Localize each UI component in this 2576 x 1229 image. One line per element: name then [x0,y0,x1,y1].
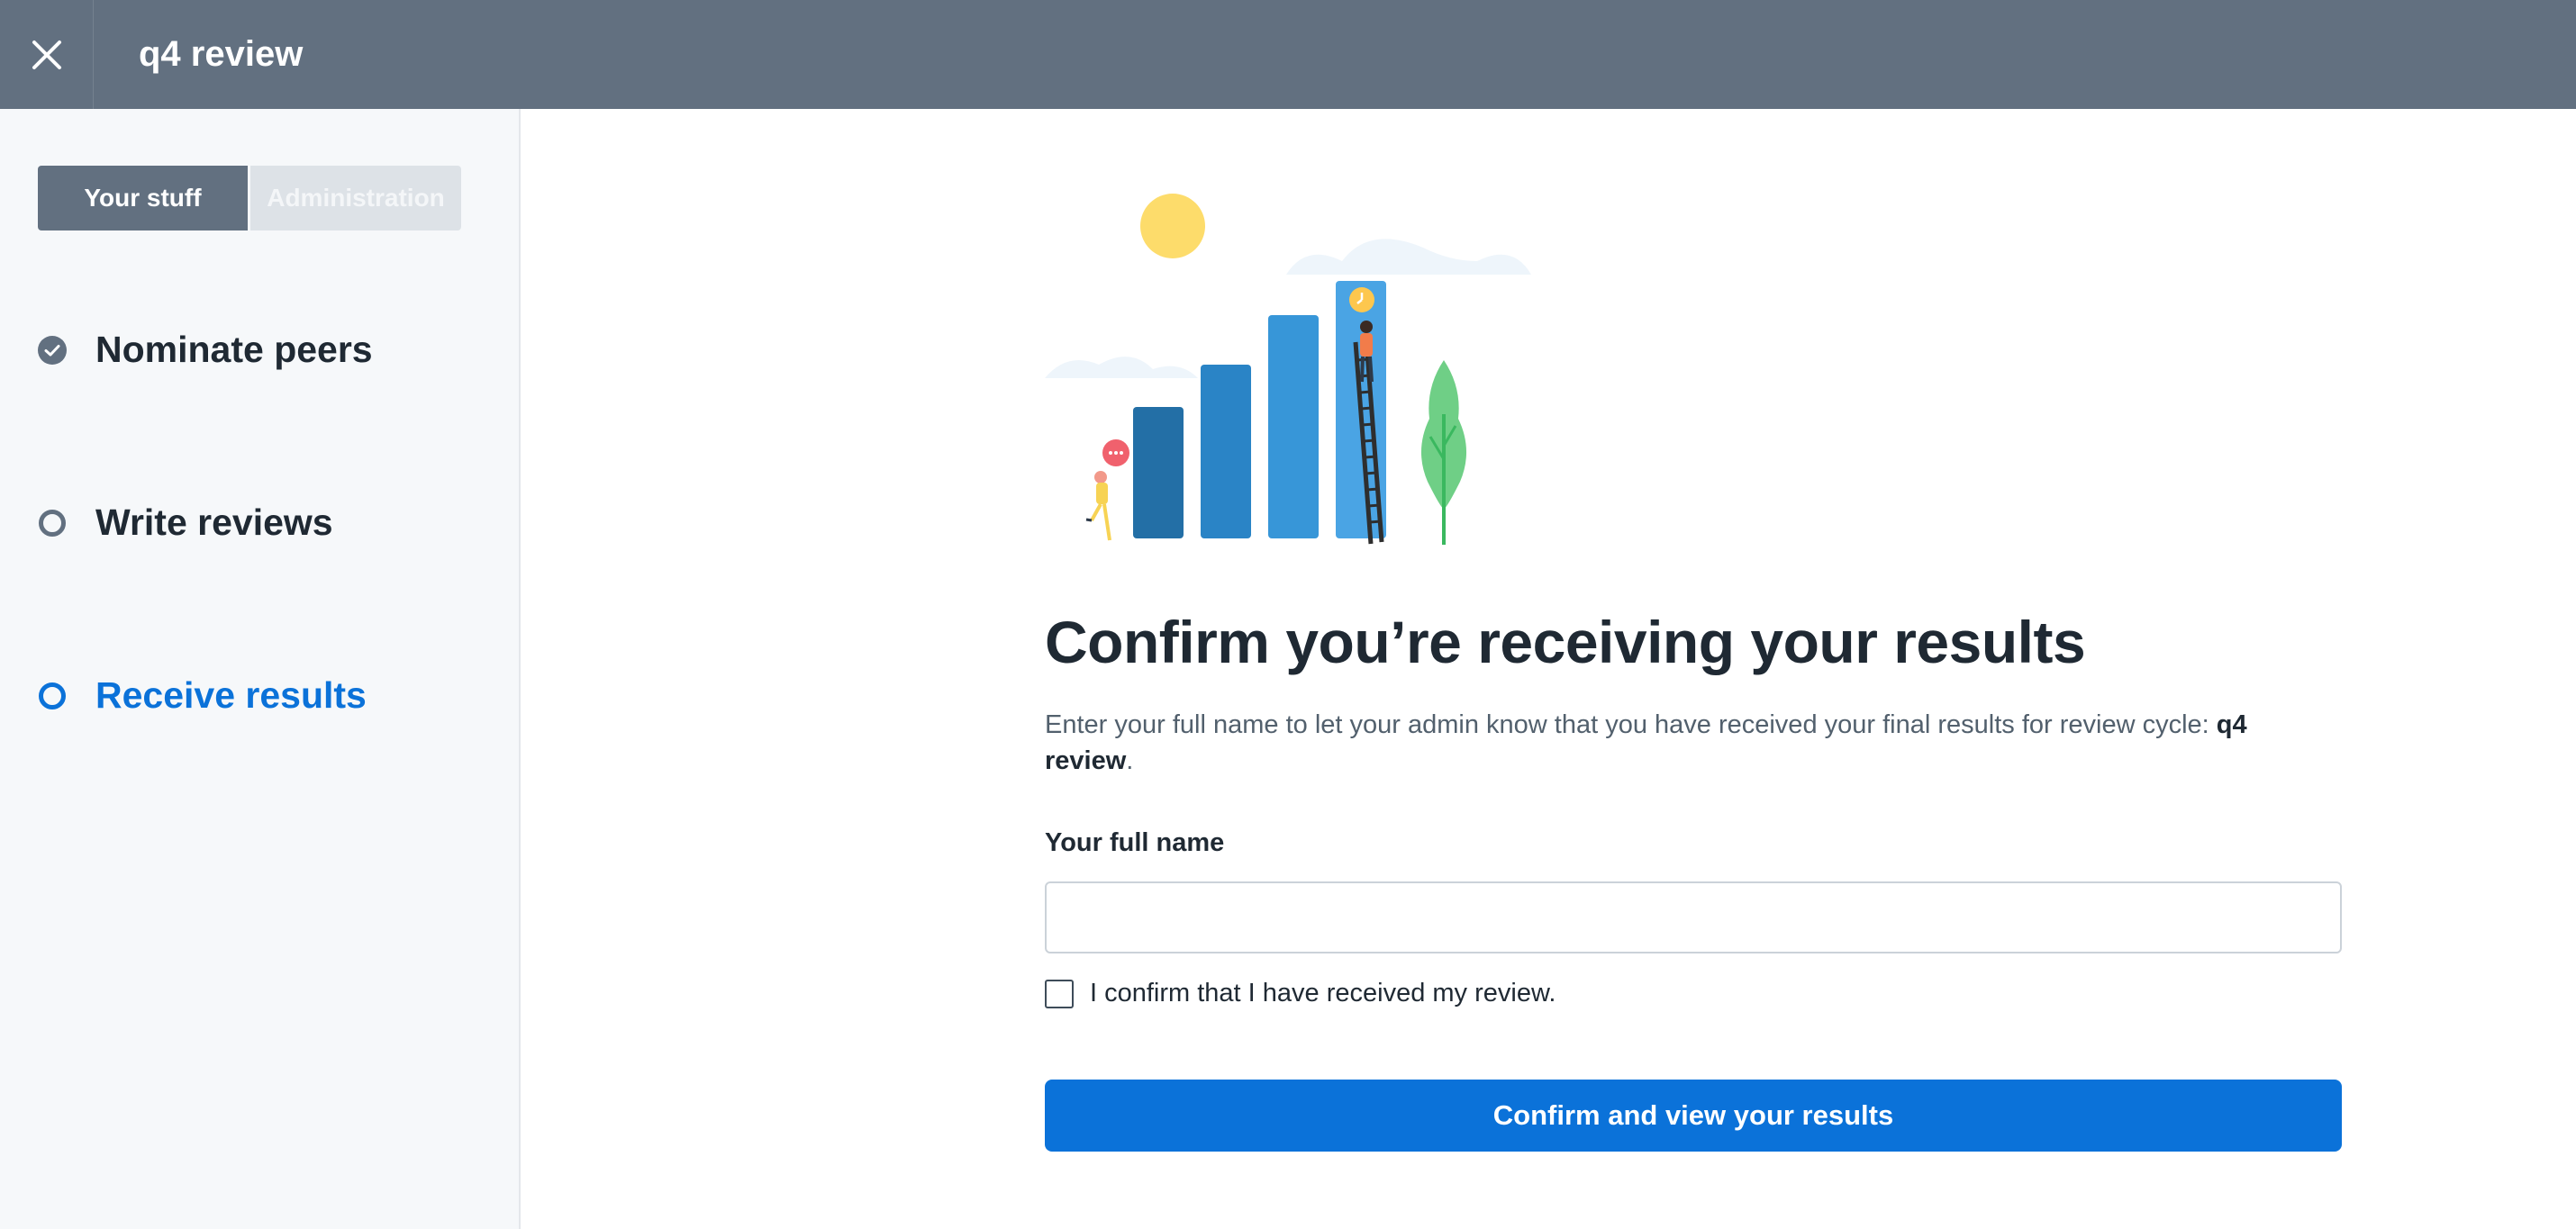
sidebar: Your stuff Administration Nominate peers… [0,109,521,1229]
tab-your-stuff[interactable]: Your stuff [38,166,248,230]
tab-administration[interactable]: Administration [250,166,461,230]
full-name-label: Your full name [1045,828,1225,857]
step-label: Write reviews [95,502,333,543]
check-circle-icon [38,335,67,365]
step-write-reviews[interactable]: Write reviews [38,502,333,544]
review-cycle-title: q4 review [139,34,304,74]
ring-icon [39,509,66,537]
confirm-checkbox-label[interactable]: I confirm that I have received my review… [1090,979,1556,1008]
step-label: Nominate peers [95,329,373,370]
instructions-text: Enter your full name to let your admin k… [1045,707,2342,779]
close-icon [32,40,61,69]
bar-chart-ladder-illustration [1045,194,1531,545]
instructions-suffix: . [1126,746,1134,775]
close-button[interactable] [0,0,94,109]
confirm-checkbox[interactable] [1045,979,1074,1008]
ring-icon [39,682,66,709]
top-bar: q4 review [0,0,2576,109]
full-name-input[interactable] [1045,881,2342,953]
main-content: Confirm you’re receiving your results En… [1045,171,2342,1152]
step-label: Receive results [95,674,367,716]
step-nominate-peers[interactable]: Nominate peers [38,329,373,371]
confirm-view-results-button[interactable]: Confirm and view your results [1045,1080,2342,1152]
step-receive-results[interactable]: Receive results [38,674,367,717]
page-title: Confirm you’re receiving your results [1045,609,2086,675]
confirm-row: I confirm that I have received my review… [1045,979,1556,1008]
view-switcher: Your stuff Administration [38,166,461,230]
instructions-prefix: Enter your full name to let your admin k… [1045,710,2217,739]
